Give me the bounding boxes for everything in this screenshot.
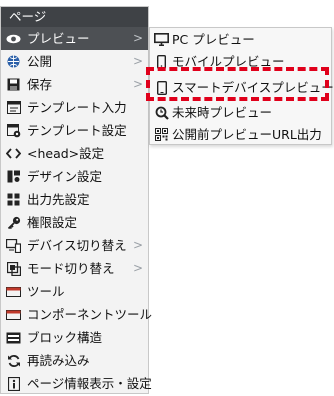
- template-input-icon: [6, 100, 21, 115]
- menu-item-block-structure[interactable]: ブロック構造: [1, 326, 148, 349]
- save-icon: [6, 77, 21, 92]
- menu-item-label: <head>設定: [27, 146, 105, 161]
- menu-item-design-settings[interactable]: デザイン設定: [1, 165, 148, 188]
- menu-item-template-settings[interactable]: テンプレート設定: [1, 119, 148, 142]
- submenu-item-label: 未来時プレビュー: [172, 105, 273, 120]
- menu-item-mode-switch[interactable]: モード切り替え >: [1, 257, 148, 280]
- menu-item-label: 公開: [27, 54, 53, 69]
- menu-item-template-input[interactable]: テンプレート入力: [1, 96, 148, 119]
- submenu-arrow-icon: >: [132, 31, 143, 45]
- menu-item-label: 保存: [27, 77, 53, 92]
- design-icon: [6, 169, 21, 184]
- menu-item-save[interactable]: 保存 >: [1, 73, 148, 96]
- menu-item-publish[interactable]: 公開 >: [1, 50, 148, 73]
- submenu-item-future-preview[interactable]: 未来時プレビュー: [150, 102, 331, 124]
- submenu-arrow-icon: >: [132, 261, 143, 275]
- highlight-annotation-box: [146, 67, 329, 101]
- component-tool-icon: [6, 307, 21, 322]
- menu-item-label: モード切り替え: [27, 261, 115, 276]
- submenu-item-label: PC プレビュー: [172, 32, 255, 47]
- submenu-item-pc-preview[interactable]: PC プレビュー: [150, 29, 331, 51]
- globe-icon: [6, 54, 21, 69]
- submenu-item-label: 公開前プレビューURL出力: [172, 127, 322, 142]
- qr-code-icon: [154, 127, 169, 142]
- menu-item-label: テンプレート設定: [27, 123, 127, 138]
- menu-item-label: デバイス切り替え: [27, 238, 127, 253]
- template-settings-icon: [6, 123, 21, 138]
- menu-item-label: テンプレート入力: [27, 100, 127, 115]
- page-menu: ページ プレビュー > 公開 > 保存 > テンプレート入力 テンプレート設定: [0, 6, 152, 395]
- submenu-arrow-icon: >: [132, 238, 143, 252]
- menu-item-tool[interactable]: ツール: [1, 280, 148, 303]
- mode-switch-icon: [6, 261, 21, 276]
- menu-item-output-settings[interactable]: 出力先設定: [1, 188, 148, 211]
- menu-item-component-tool[interactable]: コンポーネントツール: [1, 303, 152, 326]
- menu-item-label: デザイン設定: [27, 169, 103, 184]
- menu-item-preview[interactable]: プレビュー >: [1, 27, 148, 50]
- eye-icon: [6, 31, 21, 46]
- menu-item-page-info[interactable]: ページ情報表示・設定: [1, 372, 152, 395]
- menu-item-label: コンポーネントツール: [27, 307, 153, 322]
- menu-item-label: ページ情報表示・設定: [27, 376, 152, 391]
- menu-item-reload[interactable]: 再読み込み: [1, 349, 148, 372]
- future-search-icon: [154, 105, 169, 120]
- reload-icon: [6, 353, 21, 368]
- device-switch-icon: [6, 238, 21, 253]
- menu-item-device-switch[interactable]: デバイス切り替え >: [1, 234, 148, 257]
- menu-header: ページ: [1, 7, 148, 27]
- menu-item-label: 権限設定: [27, 215, 78, 230]
- menu-item-head-settings[interactable]: <head>設定: [1, 142, 148, 165]
- key-icon: [6, 215, 21, 230]
- menu-item-label: 出力先設定: [27, 192, 90, 207]
- tool-icon: [6, 284, 21, 299]
- submenu-arrow-icon: >: [132, 77, 143, 91]
- monitor-icon: [154, 32, 169, 47]
- submenu-arrow-icon: >: [132, 54, 143, 68]
- code-icon: [6, 146, 21, 161]
- menu-item-label: 再読み込み: [27, 353, 90, 368]
- menu-item-label: ブロック構造: [27, 330, 103, 345]
- block-structure-icon: [6, 330, 21, 345]
- menu-item-label: ツール: [27, 284, 65, 299]
- menu-item-label: プレビュー: [27, 31, 90, 46]
- menu-item-permission-settings[interactable]: 権限設定: [1, 211, 148, 234]
- info-icon: [6, 376, 21, 391]
- submenu-item-prepublish-url[interactable]: 公開前プレビューURL出力: [150, 124, 331, 146]
- output-icon: [6, 192, 21, 207]
